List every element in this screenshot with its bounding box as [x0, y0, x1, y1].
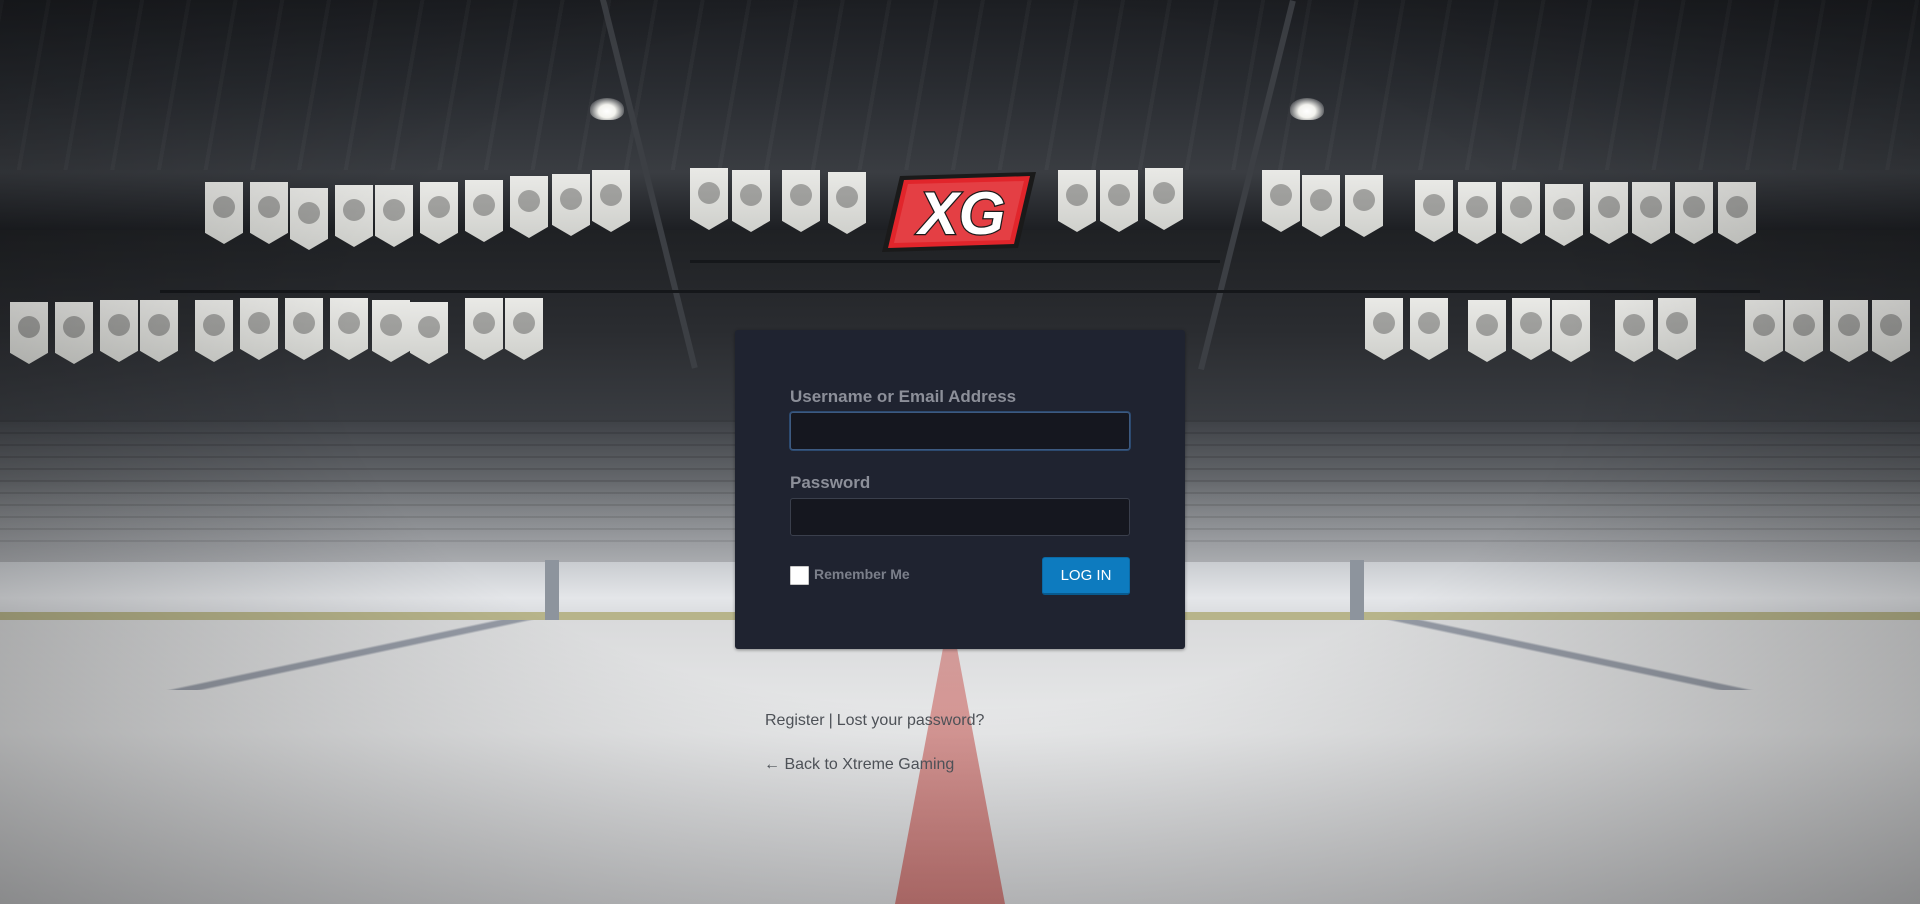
username-label: Username or Email Address	[790, 387, 1017, 406]
link-separator: |	[828, 712, 833, 729]
remember-me-checkbox[interactable]	[790, 566, 809, 585]
remember-me: Remember Me	[790, 562, 910, 585]
password-label: Password	[790, 473, 871, 492]
back-to-site: ← Back to Xtreme Gaming	[764, 756, 954, 774]
lost-password-link[interactable]: Lost your password?	[837, 712, 985, 729]
login-form: Username or Email Address Password Remem…	[735, 330, 1185, 649]
back-to-site-link[interactable]: ← Back to Xtreme Gaming	[764, 756, 954, 773]
login-button[interactable]: LOG IN	[1042, 557, 1130, 595]
login-nav-links: Register | Lost your password?	[765, 712, 984, 730]
remember-me-label[interactable]: Remember Me	[814, 566, 910, 582]
xg-logo-link[interactable]: XG	[878, 168, 1040, 254]
xg-logo: XG	[882, 172, 1036, 252]
register-link[interactable]: Register	[765, 712, 825, 729]
username-input[interactable]	[790, 412, 1130, 450]
password-input[interactable]	[790, 498, 1130, 536]
xg-logo-text: XG	[916, 180, 1006, 247]
